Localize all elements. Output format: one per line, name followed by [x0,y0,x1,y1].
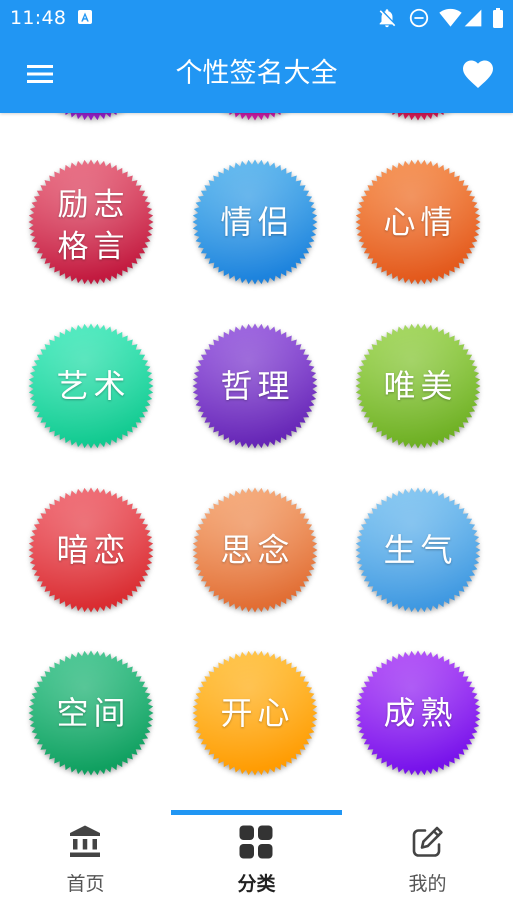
badge-label: 生气 [355,487,481,613]
menu-button[interactable] [22,57,58,91]
category-chengshu[interactable]: 成熟 [355,650,481,776]
badge-label-line: 暗恋 [56,531,131,569]
category-shengqi[interactable]: 生气 [355,487,481,613]
category-badge-partial[interactable] [192,113,318,121]
tab-label: 首页 [66,873,105,895]
badge-label-line: 情侣 [220,203,295,241]
badge-label-line: 思念 [220,531,295,569]
edit-icon [412,826,443,857]
bank-icon [70,825,100,857]
badge-starburst [229,113,281,121]
category-yishu[interactable]: 艺术 [28,323,154,449]
badge-shine [65,113,117,121]
badge-shine [229,113,281,121]
tab-home[interactable]: 首页 [0,810,171,913]
favorite-icon[interactable] [460,56,496,92]
tab-categories[interactable]: 分类 [171,810,342,913]
do-not-disturb-icon [409,8,429,28]
app-title: 个性签名大全 [175,58,338,89]
badge-label-line: 唯美 [383,367,458,405]
badge-label-line: 哲理 [220,367,295,405]
category-kaixin[interactable]: 开心 [192,650,318,776]
grid-icon [239,825,273,859]
badge-label-line: 艺术 [56,367,131,405]
category-kongjian[interactable]: 空间 [28,650,154,776]
notifications-off-icon [379,9,396,28]
badge-label: 空间 [28,650,154,776]
app-header: 11:48 个性签名大全 [0,0,513,113]
badge-label: 心情 [355,159,481,285]
badge-label: 思念 [192,487,318,613]
category-qinglv[interactable]: 情侣 [192,159,318,285]
badge-label-line: 成熟 [383,694,458,732]
tab-label: 我的 [408,873,447,895]
status-time: 11:48 [10,7,67,29]
badge-label-line: 格言 [57,229,130,265]
badge-label: 成熟 [355,650,481,776]
category-weimei[interactable]: 唯美 [355,323,481,449]
badge-shine [392,113,444,121]
bottom-navigation: 首页 分类 我的 [0,810,513,913]
badge-label-line: 励志 [57,187,130,223]
category-badge-partial[interactable] [28,113,154,121]
badge-label-line: 心情 [383,203,458,241]
tab-label: 分类 [237,873,276,895]
category-lizhi-geyan[interactable]: 励志 格言 [28,159,154,285]
battery-icon [493,8,503,28]
category-badge-partial[interactable] [355,113,481,121]
badge-label: 励志 格言 [28,159,154,285]
category-xinqing[interactable]: 心情 [355,159,481,285]
badge-starburst [392,113,444,121]
menu-icon [27,65,53,83]
app-notification-icon [78,10,92,24]
badge-label-line: 空间 [56,694,131,732]
signal-icon [464,9,482,27]
badge-label: 开心 [192,650,318,776]
category-sinian[interactable]: 思念 [192,487,318,613]
badge-label: 艺术 [28,323,154,449]
category-zheli[interactable]: 哲理 [192,323,318,449]
badge-label: 情侣 [192,159,318,285]
badge-label: 哲理 [192,323,318,449]
badge-label: 暗恋 [28,487,154,613]
badge-starburst [65,113,117,121]
badge-label-line: 生气 [383,531,458,569]
category-grid[interactable]: 励志 格言 情侣 心情 艺术 哲理 唯美 暗恋 思念 生气 空间 开心 成熟 [0,113,513,810]
badge-label-line: 开心 [220,694,295,732]
wifi-icon [439,8,462,27]
tab-mine[interactable]: 我的 [342,810,513,913]
badge-label: 唯美 [355,323,481,449]
category-anlian[interactable]: 暗恋 [28,487,154,613]
